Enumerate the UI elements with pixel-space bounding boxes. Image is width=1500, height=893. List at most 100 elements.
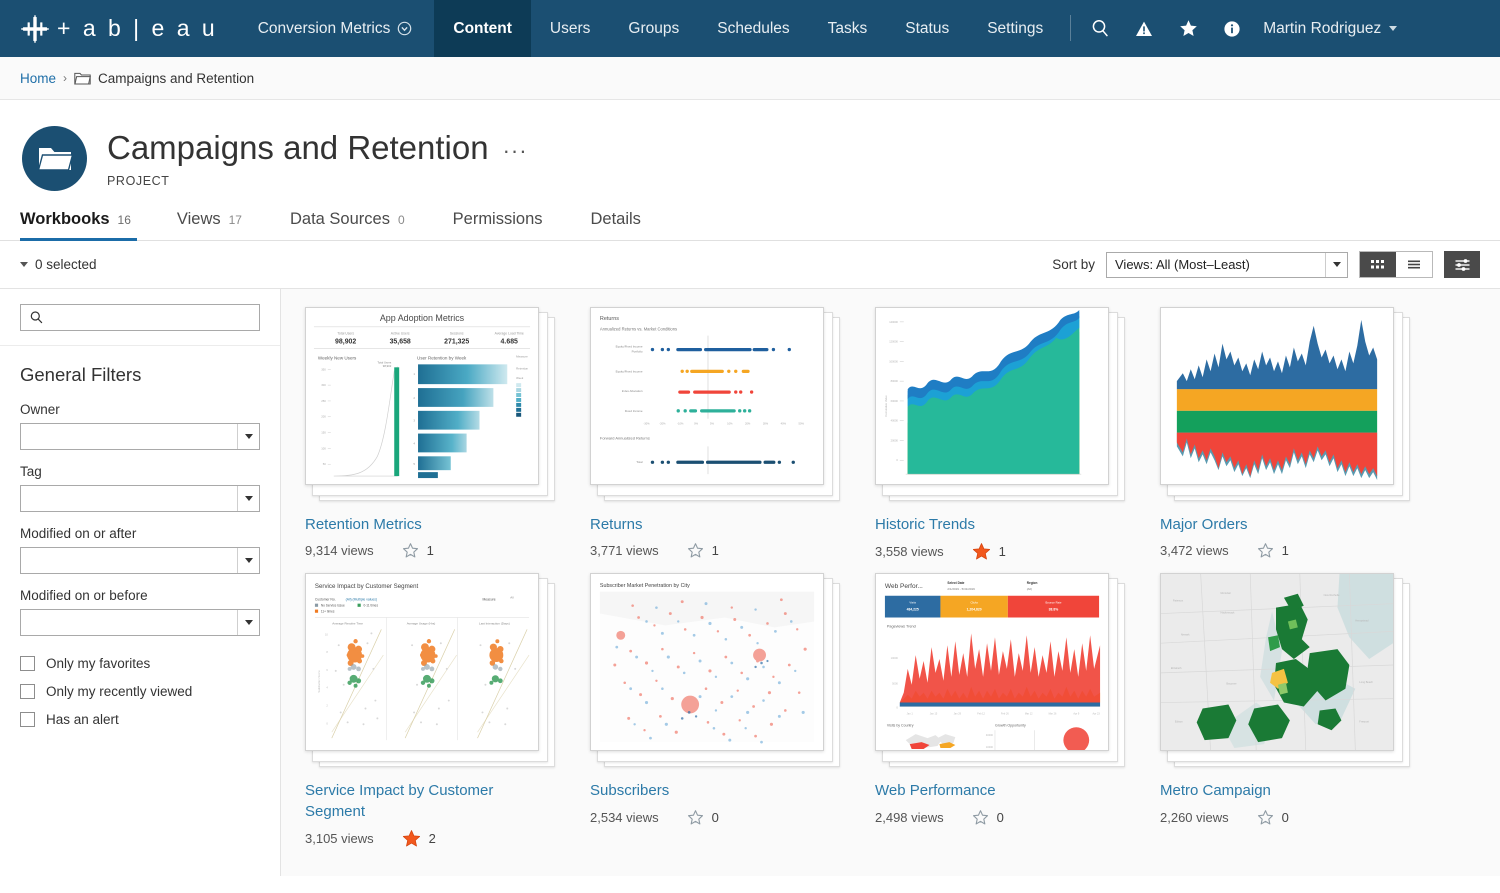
svg-text:Satisfaction Score: Satisfaction Score	[317, 670, 321, 693]
nav-item-schedules[interactable]: Schedules	[698, 0, 808, 57]
project-more-actions-button[interactable]: ···	[503, 132, 528, 164]
svg-text:Fixed Income: Fixed Income	[625, 409, 643, 413]
workbook-thumbnail-stack[interactable]: Web Perfor... Select Date 2/1/2019 - 5/3…	[875, 573, 1125, 769]
filter-sliders-icon[interactable]	[1444, 251, 1480, 278]
workbook-card[interactable]: Returns Annualized Returns vs. Market Co…	[590, 307, 840, 561]
workbook-title-link[interactable]: Major Orders	[1160, 515, 1408, 535]
workbook-thumbnail-stack[interactable]: Service Impact by Customer Segment Custo…	[305, 573, 555, 769]
search-icon[interactable]	[1079, 0, 1121, 57]
nav-item-groups[interactable]: Groups	[609, 0, 698, 57]
tab-count: 16	[117, 213, 131, 227]
workbook-title-link[interactable]: Historic Trends	[875, 515, 1123, 535]
favorite-toggle[interactable]: 0	[687, 809, 719, 826]
nav-item-content[interactable]: Content	[434, 0, 531, 57]
tab-permissions[interactable]: Permissions	[453, 210, 565, 241]
favorites-star-icon[interactable]	[1167, 0, 1209, 57]
info-icon[interactable]	[1211, 0, 1253, 57]
workbook-thumbnail-stack[interactable]: Paterson Newark Elizabeth Hackensack Bayonn…	[1160, 573, 1410, 769]
workbook-title-link[interactable]: Subscribers	[590, 781, 838, 801]
tab-views[interactable]: Views 17	[177, 210, 264, 241]
project-type-label: PROJECT	[107, 173, 170, 188]
workbook-title-link[interactable]: Returns	[590, 515, 838, 535]
svg-text:Bayonne: Bayonne	[1226, 682, 1237, 686]
nav-label: Settings	[987, 19, 1044, 37]
owner-filter[interactable]	[20, 423, 260, 450]
workbook-title-link[interactable]: Service Impact by Customer Segment	[305, 781, 553, 822]
favorite-toggle[interactable]: 1	[1257, 542, 1289, 559]
svg-text:Feb 12: Feb 12	[977, 713, 985, 716]
has-an-alert-checkbox[interactable]: Has an alert	[20, 712, 260, 727]
workbook-title-link[interactable]: Metro Campaign	[1160, 781, 1408, 801]
workbook-thumbnail-stack[interactable]: Returns Annualized Returns vs. Market Co…	[590, 307, 840, 503]
svg-text:120000: 120000	[889, 340, 898, 344]
workbook-card[interactable]: 140000 120000 100000 80000 60000 40000 20000…	[875, 307, 1125, 561]
tab-details[interactable]: Details	[591, 210, 663, 241]
svg-text:Montclair: Montclair	[1220, 591, 1231, 595]
svg-text:Portfolio: Portfolio	[632, 349, 643, 353]
only-my-recently-viewed-checkbox[interactable]: Only my recently viewed	[20, 684, 260, 699]
favorite-toggle[interactable]: 1	[687, 542, 719, 559]
svg-text:Growth Opportunity: Growth Opportunity	[995, 724, 1026, 728]
workbook-title-link[interactable]: Web Performance	[875, 781, 1123, 801]
svg-text:100: 100	[321, 446, 326, 450]
workbook-card[interactable]: Service Impact by Customer Segment Custo…	[305, 573, 555, 848]
svg-text:Jan 29: Jan 29	[954, 713, 962, 716]
favorite-toggle[interactable]: 0	[972, 809, 1004, 826]
tab-label: Details	[590, 210, 641, 228]
workbook-thumbnail-stack[interactable]: App Adoption Metrics Total Users 98,902 …	[305, 307, 555, 503]
alerts-warning-icon[interactable]	[1123, 0, 1165, 57]
list-view-icon[interactable]	[1396, 252, 1432, 277]
user-menu[interactable]: Martin Rodriguez	[1253, 0, 1417, 57]
search-box[interactable]	[20, 304, 260, 331]
breadcrumb-current: Campaigns and Retention	[98, 70, 255, 86]
page-title: Campaigns and Retention	[107, 129, 489, 166]
workbook-thumbnail-stack[interactable]: Subscriber Market Penetration by City	[590, 573, 840, 769]
workbook-meta: 2,498 views 0	[875, 809, 1123, 826]
view-count: 2,260 views	[1160, 809, 1229, 825]
tab-workbooks[interactable]: Workbooks 16	[20, 210, 137, 241]
only-my-favorites-checkbox[interactable]: Only my favorites	[20, 656, 260, 671]
grid-view-icon[interactable]	[1360, 252, 1396, 277]
modified-before-filter[interactable]	[20, 609, 260, 636]
favorite-toggle[interactable]: 2	[402, 829, 436, 848]
workbook-meta: 3,771 views 1	[590, 542, 838, 559]
nav-item-status[interactable]: Status	[886, 0, 968, 57]
svg-text:Visits by Country: Visits by Country	[887, 724, 914, 728]
svg-text:50: 50	[323, 462, 327, 466]
svg-text:Hackensack: Hackensack	[1220, 611, 1235, 615]
svg-text:40%: 40%	[781, 422, 787, 426]
svg-text:Pageviews Trend: Pageviews Trend	[887, 625, 916, 629]
workbook-card[interactable]: Paterson Newark Elizabeth Hackensack Bayonn…	[1160, 573, 1410, 848]
star-outline-icon	[687, 809, 704, 826]
favorite-toggle[interactable]: 0	[1257, 809, 1289, 826]
workbook-thumbnail: Web Perfor... Select Date 2/1/2019 - 5/3…	[875, 573, 1109, 752]
nav-item-users[interactable]: Users	[531, 0, 609, 57]
workbook-thumbnail	[1160, 307, 1394, 485]
breadcrumb-home-link[interactable]: Home	[20, 71, 56, 86]
site-selector[interactable]: Conversion Metrics	[236, 0, 435, 57]
modified-after-filter[interactable]	[20, 547, 260, 574]
nav-item-tasks[interactable]: Tasks	[809, 0, 887, 57]
tab-data-sources[interactable]: Data Sources 0	[290, 210, 427, 241]
search-input[interactable]	[50, 310, 251, 325]
chevron-down-icon	[237, 610, 259, 635]
workbook-title-link[interactable]: Retention Metrics	[305, 515, 553, 535]
workbook-card[interactable]: Web Perfor... Select Date 2/1/2019 - 5/3…	[875, 573, 1125, 848]
tag-filter[interactable]	[20, 485, 260, 512]
svg-text:98,902: 98,902	[335, 339, 356, 346]
workbook-thumbnail-stack[interactable]	[1160, 307, 1410, 503]
workbook-thumbnail-stack[interactable]: 140000 120000 100000 80000 60000 40000 20000…	[875, 307, 1125, 503]
workbook-card[interactable]: Subscriber Market Penetration by City Su…	[590, 573, 840, 848]
workbook-card[interactable]: App Adoption Metrics Total Users 98,902 …	[305, 307, 555, 561]
view-count: 9,314 views	[305, 543, 374, 559]
selection-dropdown[interactable]: 0 selected	[20, 257, 97, 272]
search-row	[0, 289, 280, 346]
sort-select[interactable]: Views: All (Most–Least)	[1106, 251, 1348, 278]
favorite-toggle[interactable]: 1	[972, 542, 1006, 561]
svg-text:35,658: 35,658	[390, 339, 411, 346]
nav-item-settings[interactable]: Settings	[968, 0, 1062, 57]
svg-text:Clicks: Clicks	[970, 601, 978, 605]
workbook-card[interactable]: Major Orders 3,472 views 1	[1160, 307, 1410, 561]
tableau-brand[interactable]: + a b | e a u	[0, 0, 236, 57]
favorite-toggle[interactable]: 1	[402, 542, 434, 559]
